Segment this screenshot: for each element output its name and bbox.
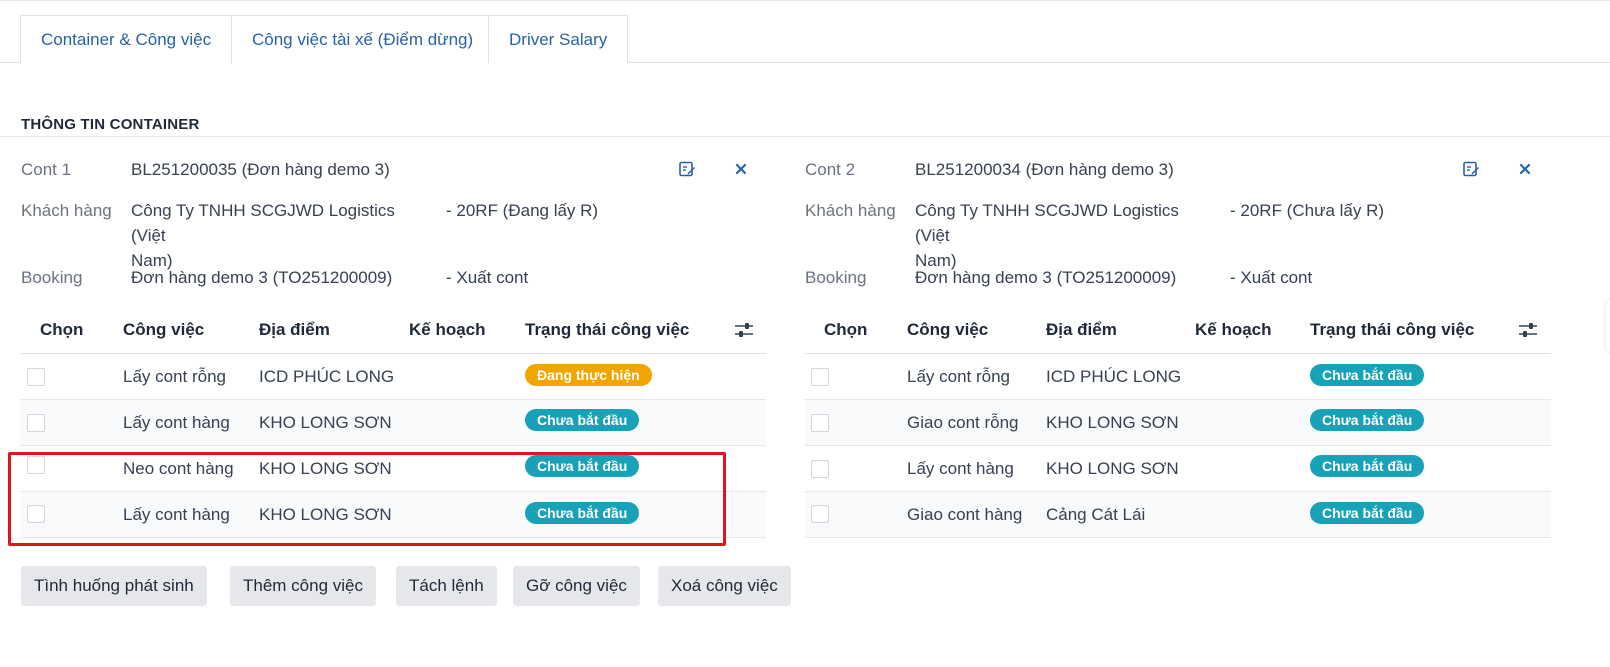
row-location: KHO LONG SƠN: [259, 459, 392, 478]
row-checkbox[interactable]: [27, 368, 45, 386]
close-icon-svg: [1519, 163, 1531, 175]
table-row[interactable]: Lấy cont hàng KHO LONG SƠN Chưa bắt đầu: [20, 400, 766, 446]
edit-icon-svg: [1463, 161, 1479, 177]
table-row[interactable]: Lấy cont hàng KHO LONG SƠN Chưa bắt đầu: [20, 492, 766, 538]
status-badge: Chưa bắt đầu: [525, 455, 640, 477]
container-panel-1: Cont 1 BL251200035 (Đơn hàng demo 3) Khá…: [0, 150, 770, 550]
booking-value: Đơn hàng demo 3 (TO251200009): [131, 268, 393, 287]
container-bl: BL251200034 (Đơn hàng demo 3): [915, 160, 1174, 179]
col-select: Chọn: [40, 320, 84, 339]
tab-driver-work[interactable]: Công việc tài xế (Điểm dừng): [231, 15, 495, 63]
row-location: KHO LONG SƠN: [1046, 459, 1179, 478]
col-select: Chọn: [824, 320, 868, 339]
split-order-button[interactable]: Tách lệnh: [396, 566, 497, 606]
customer-label: Khách hàng: [805, 201, 896, 220]
row-location: ICD PHÚC LONG: [259, 367, 395, 386]
row-checkbox[interactable]: [27, 456, 45, 474]
sliders-icon[interactable]: [733, 319, 755, 341]
row-checkbox[interactable]: [811, 505, 829, 523]
section-divider: [0, 136, 1610, 137]
sliders-icon-svg: [735, 323, 753, 337]
row-location: KHO LONG SƠN: [259, 413, 392, 432]
customer-value: Công Ty TNHH SCGJWD Logistics (Việt Nam): [915, 198, 1215, 273]
incident-button[interactable]: Tình huống phát sinh: [21, 566, 207, 606]
col-plan: Kế hoạch: [409, 320, 486, 339]
table-row[interactable]: Neo cont hàng KHO LONG SƠN Chưa bắt đầu: [20, 446, 766, 492]
table-row[interactable]: Giao cont hàng Cảng Cát Lái Chưa bắt đầu: [805, 492, 1551, 538]
tab-driver-salary[interactable]: Driver Salary: [488, 15, 629, 63]
row-task: Lấy cont rỗng: [907, 367, 1011, 386]
status-badge: Chưa bắt đầu: [1310, 409, 1425, 431]
col-plan: Kế hoạch: [1195, 320, 1272, 339]
row-location: Cảng Cát Lái: [1046, 505, 1146, 524]
top-divider: [0, 0, 1610, 1]
customer-line-1: Công Ty TNHH SCGJWD Logistics (Việt: [915, 201, 1179, 245]
section-title: THÔNG TIN CONTAINER: [21, 116, 200, 133]
col-task: Công việc: [123, 320, 205, 339]
close-icon-svg: [735, 163, 747, 175]
booking-label: Booking: [21, 268, 83, 287]
customer-value: Công Ty TNHH SCGJWD Logistics (Việt Nam): [131, 198, 431, 273]
row-task: Neo cont hàng: [123, 459, 234, 478]
row-checkbox[interactable]: [811, 368, 829, 386]
booking-type: - Xuất cont: [446, 268, 529, 287]
table-row[interactable]: Lấy cont rỗng ICD PHÚC LONG Đang thực hi…: [20, 354, 766, 400]
container-type: - 20RF (Chưa lấy R): [1230, 201, 1385, 220]
container-type: - 20RF (Đang lấy R): [446, 201, 599, 220]
container-name: Cont 2: [805, 160, 856, 179]
customer-label: Khách hàng: [21, 201, 112, 220]
container-name: Cont 1: [21, 160, 72, 179]
row-task: Lấy cont hàng: [123, 505, 230, 524]
edit-icon[interactable]: [676, 158, 698, 180]
status-badge: Đang thực hiện: [525, 364, 652, 386]
tab-bar: Container & Công việc Công việc tài xế (…: [0, 15, 1610, 64]
edit-icon[interactable]: [1460, 158, 1482, 180]
edit-icon-svg: [679, 161, 695, 177]
status-badge: Chưa bắt đầu: [525, 409, 640, 431]
row-task: Lấy cont hàng: [123, 413, 230, 432]
booking-value: Đơn hàng demo 3 (TO251200009): [915, 268, 1177, 287]
row-task: Giao cont rỗng: [907, 413, 1019, 432]
table-row[interactable]: Giao cont rỗng KHO LONG SƠN Chưa bắt đầu: [805, 400, 1551, 446]
row-task: Lấy cont rỗng: [123, 367, 227, 386]
table-row[interactable]: Lấy cont rỗng ICD PHÚC LONG Chưa bắt đầu: [805, 354, 1551, 400]
status-badge: Chưa bắt đầu: [1310, 502, 1425, 524]
status-badge: Chưa bắt đầu: [525, 502, 640, 524]
sliders-icon-svg: [1519, 323, 1537, 337]
add-task-button[interactable]: Thêm công việc: [230, 566, 376, 606]
scroll-handle[interactable]: [1606, 300, 1610, 352]
sliders-icon[interactable]: [1517, 319, 1539, 341]
tab-container-work[interactable]: Container & Công việc: [20, 15, 233, 64]
row-location: KHO LONG SƠN: [1046, 413, 1179, 432]
row-task: Giao cont hàng: [907, 505, 1023, 524]
customer-line-1: Công Ty TNHH SCGJWD Logistics (Việt: [131, 201, 395, 245]
booking-type: - Xuất cont: [1230, 268, 1313, 287]
delete-task-button[interactable]: Xoá công việc: [658, 566, 791, 606]
col-task: Công việc: [907, 320, 989, 339]
booking-label: Booking: [805, 268, 867, 287]
container-panel-2: Cont 2 BL251200034 (Đơn hàng demo 3) Khá…: [805, 150, 1575, 550]
col-location: Địa điểm: [1046, 320, 1117, 339]
row-checkbox[interactable]: [811, 414, 829, 432]
col-status: Trạng thái công việc: [525, 320, 690, 339]
col-location: Địa điểm: [259, 320, 330, 339]
row-location: ICD PHÚC LONG: [1046, 367, 1182, 386]
close-icon[interactable]: [730, 158, 752, 180]
row-task: Lấy cont hàng: [907, 459, 1014, 478]
container-bl: BL251200035 (Đơn hàng demo 3): [131, 160, 390, 179]
row-checkbox[interactable]: [811, 460, 829, 478]
status-badge: Chưa bắt đầu: [1310, 364, 1425, 386]
row-checkbox[interactable]: [27, 414, 45, 432]
row-location: KHO LONG SƠN: [259, 505, 392, 524]
col-status: Trạng thái công việc: [1310, 320, 1475, 339]
status-badge: Chưa bắt đầu: [1310, 455, 1425, 477]
row-checkbox[interactable]: [27, 505, 45, 523]
detach-task-button[interactable]: Gỡ công việc: [513, 566, 640, 606]
close-icon[interactable]: [1514, 158, 1536, 180]
table-row[interactable]: Lấy cont hàng KHO LONG SƠN Chưa bắt đầu: [805, 446, 1551, 492]
